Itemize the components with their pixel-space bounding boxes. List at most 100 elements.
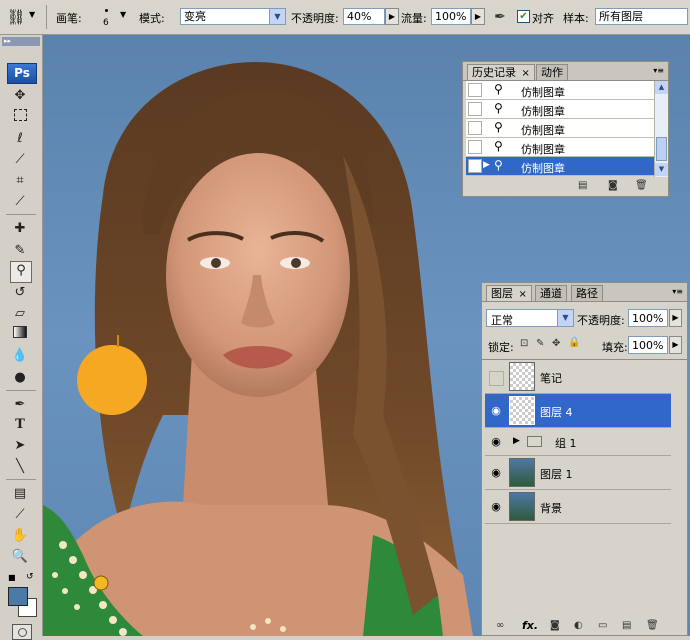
foreground-color-swatch[interactable] <box>8 587 28 606</box>
default-colors-icon[interactable]: ■ <box>8 573 16 582</box>
close-icon[interactable]: × <box>522 68 530 79</box>
brush-preview[interactable]: 6 <box>96 4 118 30</box>
tab-paths[interactable]: 路径 <box>571 285 603 301</box>
move-tool-icon[interactable]: ✥ <box>11 87 29 105</box>
close-icon[interactable]: × <box>519 289 527 300</box>
opacity-input[interactable]: 40% <box>343 8 385 25</box>
layer-row-notes[interactable]: 笔记 <box>485 360 671 394</box>
lock-position-icon[interactable]: ✥ <box>552 338 560 349</box>
tab-channels[interactable]: 通道 <box>535 285 567 301</box>
chevron-down-icon[interactable]: ▼ <box>557 310 573 326</box>
history-snapshot-checkbox[interactable] <box>468 83 482 97</box>
layer-opacity-arrow-icon[interactable]: ▶ <box>669 309 682 327</box>
layer-row[interactable]: ◉ 图层 1 <box>485 456 671 490</box>
history-snapshot-checkbox[interactable] <box>468 140 482 154</box>
history-brush-tool-icon[interactable]: ↺ <box>11 284 29 302</box>
layer-name: 笔记 <box>540 372 562 385</box>
toolbar-collapse-icon[interactable]: ▸▸ <box>2 37 40 46</box>
panel-menu-icon[interactable]: ▾≡ <box>672 287 683 296</box>
clone-stamp-preset-icon[interactable]: ⛓ <box>6 7 26 27</box>
preset-dropdown-arrow-icon[interactable]: ▼ <box>29 10 35 19</box>
history-item[interactable]: ⚲ 仿制图章 <box>466 100 655 119</box>
lasso-tool-icon[interactable]: ℓ <box>11 130 29 148</box>
fill-input[interactable]: 100% <box>628 336 668 354</box>
lock-all-icon[interactable]: 🔒 <box>568 337 580 348</box>
expand-arrow-icon[interactable]: ▶ <box>513 436 520 446</box>
blend-mode-select[interactable]: 正常 ▼ <box>486 309 574 327</box>
marquee-tool-icon[interactable] <box>11 109 29 127</box>
brush-dropdown-arrow-icon[interactable]: ▼ <box>120 10 126 19</box>
trash-icon[interactable]: 🗑 <box>646 620 659 631</box>
brush-tool-icon[interactable]: ✎ <box>11 242 29 260</box>
pen-tool-icon[interactable]: ✒ <box>11 396 29 414</box>
opacity-slider-arrow-icon[interactable]: ▶ <box>385 8 399 25</box>
tab-history-label: 历史记录 <box>472 66 516 79</box>
history-snapshot-checkbox[interactable] <box>468 102 482 116</box>
new-document-from-state-icon[interactable]: ▤ <box>578 180 587 191</box>
quick-mask-icon[interactable] <box>12 624 32 640</box>
history-item[interactable]: ⚲ 仿制图章 <box>466 81 655 100</box>
lock-image-icon[interactable]: ✎ <box>536 338 544 349</box>
scroll-thumb[interactable] <box>656 137 667 161</box>
gradient-tool-icon[interactable] <box>11 326 29 344</box>
eye-icon[interactable]: ◉ <box>488 434 504 450</box>
zoom-tool-icon[interactable]: 🔍 <box>11 548 29 566</box>
history-scrollbar[interactable]: ▲ ▼ <box>654 81 668 177</box>
flow-input[interactable]: 100% <box>431 8 471 25</box>
blur-tool-icon[interactable]: 💧 <box>11 347 29 365</box>
visibility-toggle[interactable] <box>489 371 504 386</box>
airbrush-icon[interactable]: ✒ <box>491 7 509 27</box>
trash-icon[interactable]: 🗑 <box>635 180 648 191</box>
scroll-up-icon[interactable]: ▲ <box>655 81 668 94</box>
history-item[interactable]: ⚲ 仿制图章 <box>466 119 655 138</box>
aligned-checkbox[interactable]: ✔ <box>517 10 530 23</box>
lock-transparent-icon[interactable]: ⊡ <box>520 338 528 349</box>
adjustment-layer-icon[interactable]: ◐ <box>574 620 583 631</box>
panel-menu-icon[interactable]: ▾≡ <box>653 66 664 75</box>
layer-style-button[interactable]: fx. <box>522 619 538 632</box>
new-snapshot-icon[interactable]: ◙ <box>608 180 618 191</box>
new-layer-icon[interactable]: ▤ <box>622 620 631 631</box>
healing-brush-tool-icon[interactable]: ✚ <box>11 220 29 238</box>
history-item-label: 仿制图章 <box>521 86 565 99</box>
dodge-tool-icon[interactable]: ● <box>11 369 29 387</box>
history-item[interactable]: ⚲ 仿制图章 <box>466 138 655 157</box>
tab-actions[interactable]: 动作 <box>536 64 568 80</box>
line-tool-icon[interactable]: ╲ <box>11 458 29 476</box>
eyedropper-sample-tool-icon[interactable]: ⟋ <box>11 506 29 524</box>
new-group-icon[interactable]: ▭ <box>598 620 607 631</box>
eye-icon[interactable]: ◉ <box>488 465 504 481</box>
add-mask-icon[interactable]: ◙ <box>550 620 560 631</box>
swap-colors-icon[interactable]: ↺ <box>26 572 34 582</box>
history-snapshot-checkbox[interactable] <box>468 159 482 173</box>
mode-select[interactable]: 变亮 ▼ <box>180 8 286 25</box>
layer-row-background[interactable]: ◉ 背景 <box>485 490 671 524</box>
link-layers-icon[interactable]: ∞ <box>496 620 504 631</box>
tab-layers[interactable]: 图层 × <box>486 285 532 301</box>
layer-opacity-input[interactable]: 100% <box>628 309 668 327</box>
crop-tool-icon[interactable]: ⌗ <box>11 172 29 190</box>
eye-icon[interactable]: ◉ <box>488 403 504 419</box>
clone-stamp-tool-icon[interactable]: ⚲ <box>10 261 32 283</box>
hand-tool-icon[interactable]: ✋ <box>11 527 29 545</box>
eye-icon[interactable]: ◉ <box>488 499 504 515</box>
notes-tool-icon[interactable]: ▤ <box>11 485 29 503</box>
eyedropper-tool-icon[interactable]: ⟋ <box>11 193 29 211</box>
flow-slider-arrow-icon[interactable]: ▶ <box>471 8 485 25</box>
fill-arrow-icon[interactable]: ▶ <box>669 336 682 354</box>
type-tool-icon[interactable]: T <box>11 416 29 434</box>
chevron-down-icon[interactable]: ▼ <box>269 9 285 24</box>
layer-row-group[interactable]: ◉ ▶ 组 1 <box>485 428 671 456</box>
lock-label: 锁定: <box>488 341 514 354</box>
history-item-selected[interactable]: ▶ ⚲ 仿制图章 <box>466 157 655 176</box>
ps-logo[interactable]: Ps <box>7 63 37 84</box>
layer-row-selected[interactable]: ◉ 图层 4 <box>485 394 671 428</box>
history-state-marker-icon[interactable]: ▶ <box>483 160 490 170</box>
quick-select-tool-icon[interactable]: ⟋ <box>11 151 29 169</box>
eraser-tool-icon[interactable]: ▱ <box>11 305 29 323</box>
history-snapshot-checkbox[interactable] <box>468 121 482 135</box>
path-selection-tool-icon[interactable]: ➤ <box>11 437 29 455</box>
sample-select[interactable]: 所有图层 <box>595 8 688 25</box>
tab-history[interactable]: 历史记录 × <box>467 64 535 80</box>
scroll-down-icon[interactable]: ▼ <box>655 163 668 176</box>
